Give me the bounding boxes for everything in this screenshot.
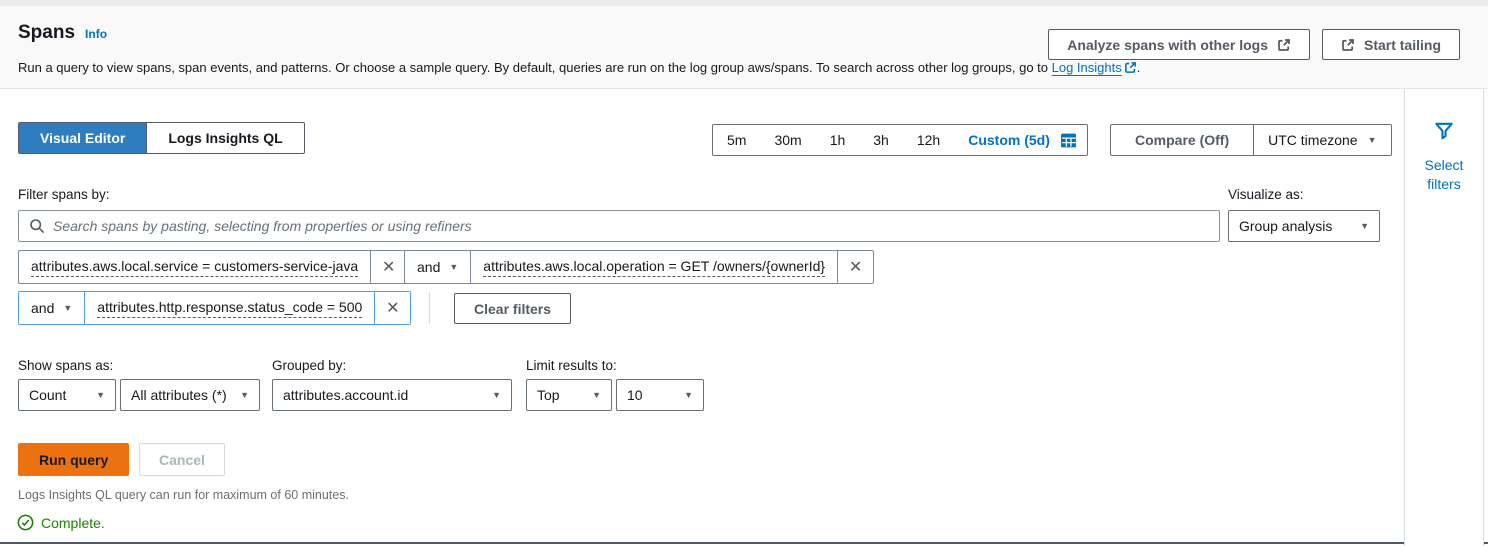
filters-side-panel: Select filters xyxy=(1404,90,1484,546)
start-tailing-button[interactable]: Start tailing xyxy=(1322,29,1460,60)
filter-chip: and ▼ attributes.aws.local.operation = G… xyxy=(404,250,874,284)
chevron-down-icon: ▼ xyxy=(592,391,601,400)
limit-count-dropdown[interactable]: 10 ▼ xyxy=(616,379,704,411)
time-custom-range[interactable]: Custom (5d) xyxy=(954,132,1056,148)
time-preset-5m[interactable]: 5m xyxy=(713,132,760,148)
description-suffix: . xyxy=(1137,60,1141,75)
attributes-dropdown[interactable]: All attributes (*) ▼ xyxy=(120,379,260,411)
operator-dropdown[interactable]: and ▼ xyxy=(405,251,470,283)
filter-spans-label: Filter spans by: xyxy=(18,187,110,202)
query-status: Complete. xyxy=(17,514,105,531)
funnel-icon xyxy=(1433,120,1455,142)
operator-dropdown[interactable]: and ▼ xyxy=(19,292,84,324)
filter-expression[interactable]: attributes.http.response.status_code = 5… xyxy=(84,292,374,324)
external-link-icon xyxy=(1277,38,1291,52)
section-divider xyxy=(0,542,1488,544)
filter-chip: attributes.aws.local.service = customers… xyxy=(18,250,407,284)
time-preset-12h[interactable]: 12h xyxy=(903,132,954,148)
search-input[interactable] xyxy=(53,218,1209,234)
editor-mode-tabs: Visual Editor Logs Insights QL xyxy=(18,122,305,154)
page-title: Spans xyxy=(18,22,75,44)
grouped-by-label: Grouped by: xyxy=(272,358,346,373)
chevron-down-icon: ▼ xyxy=(492,391,501,400)
compare-timezone-group: Compare (Off) UTC timezone ▼ xyxy=(1110,124,1392,156)
calendar-icon xyxy=(1060,132,1077,149)
spans-query-page: Spans Info Run a query to view spans, sp… xyxy=(0,0,1488,546)
header-actions: Analyze spans with other logs Start tail… xyxy=(1048,29,1460,60)
query-duration-note: Logs Insights QL query can run for maxim… xyxy=(18,488,349,502)
chevron-down-icon: ▼ xyxy=(96,391,105,400)
show-spans-as-dropdown[interactable]: Count ▼ xyxy=(18,379,116,411)
show-spans-as-label: Show spans as: xyxy=(18,358,113,373)
chevron-down-icon: ▼ xyxy=(1368,136,1377,145)
divider xyxy=(429,292,430,324)
limit-direction-dropdown[interactable]: Top ▼ xyxy=(526,379,612,411)
chevron-down-icon: ▼ xyxy=(1360,222,1369,231)
chevron-down-icon: ▼ xyxy=(684,391,693,400)
chevron-down-icon: ▼ xyxy=(240,391,249,400)
run-query-button[interactable]: Run query xyxy=(18,443,129,476)
time-range-selector: 5m 30m 1h 3h 12h Custom (5d) xyxy=(712,124,1088,156)
filter-expression[interactable]: attributes.aws.local.operation = GET /ow… xyxy=(470,251,837,283)
chevron-down-icon: ▼ xyxy=(63,304,72,313)
header-description: Run a query to view spans, span events, … xyxy=(18,60,1140,75)
tab-visual-editor[interactable]: Visual Editor xyxy=(19,123,146,153)
check-circle-icon xyxy=(17,514,34,531)
filter-expression[interactable]: attributes.aws.local.service = customers… xyxy=(19,251,370,283)
close-icon[interactable]: ✕ xyxy=(374,292,410,324)
close-icon[interactable]: ✕ xyxy=(837,251,873,283)
status-text: Complete. xyxy=(41,515,105,531)
visualize-as-label: Visualize as: xyxy=(1228,187,1304,202)
close-icon[interactable]: ✕ xyxy=(370,251,406,283)
external-link-icon xyxy=(1124,61,1137,74)
cancel-button[interactable]: Cancel xyxy=(139,443,225,476)
search-box xyxy=(18,210,1220,242)
time-preset-30m[interactable]: 30m xyxy=(760,132,815,148)
clear-filters-button[interactable]: Clear filters xyxy=(454,293,571,324)
limit-results-label: Limit results to: xyxy=(526,358,617,373)
visualize-as-dropdown[interactable]: Group analysis ▼ xyxy=(1228,210,1380,242)
select-filters-label: Select filters xyxy=(1421,156,1467,194)
info-link[interactable]: Info xyxy=(85,27,107,41)
title-row: Spans Info xyxy=(18,22,107,44)
header: Spans Info Run a query to view spans, sp… xyxy=(0,6,1488,89)
external-link-icon xyxy=(1341,38,1355,52)
time-preset-3h[interactable]: 3h xyxy=(859,132,903,148)
tab-logs-insights-ql[interactable]: Logs Insights QL xyxy=(146,123,303,153)
log-insights-link[interactable]: Log Insights xyxy=(1052,60,1137,75)
search-icon xyxy=(29,218,45,234)
filter-chip: and ▼ attributes.http.response.status_co… xyxy=(18,291,411,325)
select-filters-button[interactable]: Select filters xyxy=(1405,90,1483,194)
timezone-dropdown[interactable]: UTC timezone ▼ xyxy=(1254,124,1391,156)
time-preset-1h[interactable]: 1h xyxy=(816,132,860,148)
analyze-spans-button[interactable]: Analyze spans with other logs xyxy=(1048,29,1310,60)
compare-button[interactable]: Compare (Off) xyxy=(1110,124,1254,156)
grouped-by-dropdown[interactable]: attributes.account.id ▼ xyxy=(272,379,512,411)
chevron-down-icon: ▼ xyxy=(449,263,458,272)
description-text: Run a query to view spans, span events, … xyxy=(18,60,1052,75)
calendar-button[interactable] xyxy=(1056,132,1087,149)
